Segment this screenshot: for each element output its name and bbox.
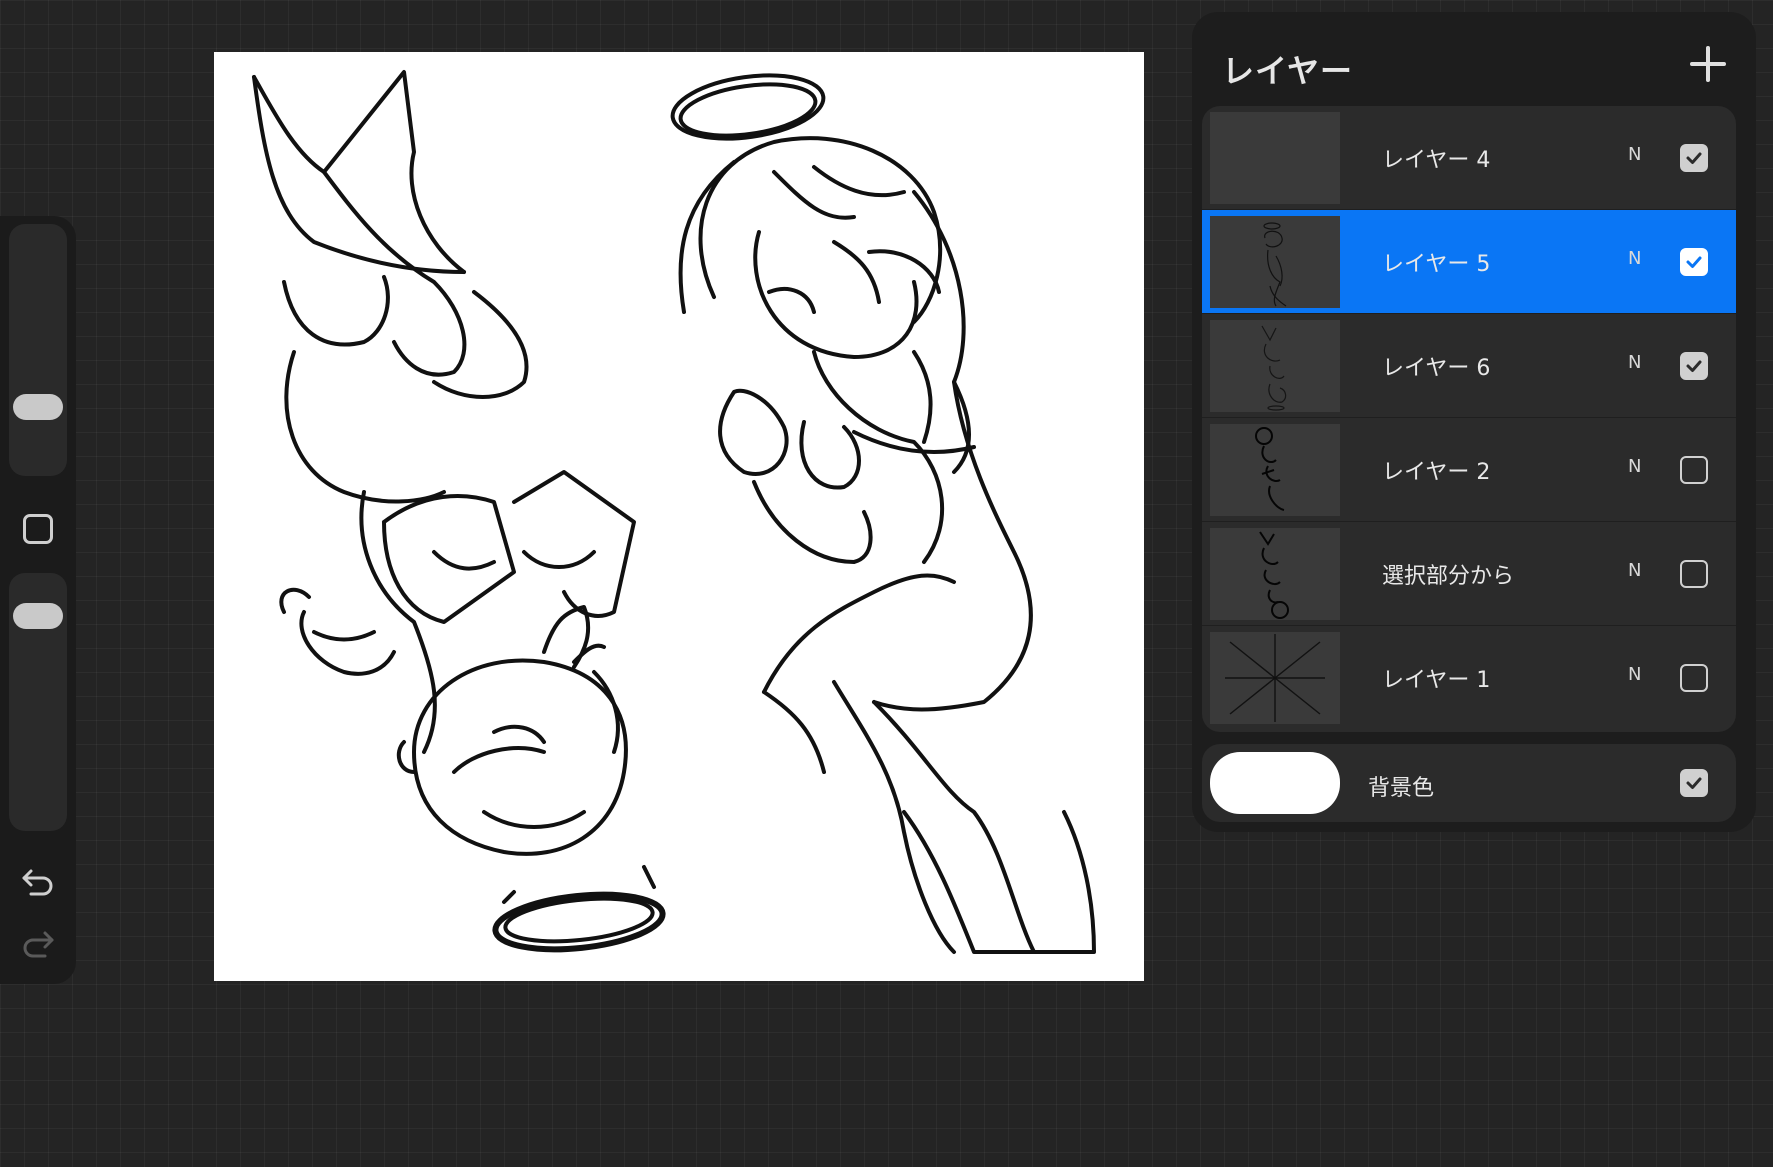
layer-visibility-checkbox[interactable] xyxy=(1680,144,1708,172)
layer-blend-mode-button[interactable]: N xyxy=(1628,144,1641,165)
layer-name: レイヤー 5 xyxy=(1382,252,1491,277)
layer-thumbnail xyxy=(1210,112,1340,204)
layer-thumbnail-sketch xyxy=(1263,222,1287,307)
background-color-label: 背景色 xyxy=(1368,776,1435,801)
plus-icon xyxy=(1690,46,1726,82)
layer-thumbnail-sketch xyxy=(1261,325,1287,411)
layer-name: レイヤー 4 xyxy=(1382,148,1491,173)
layer-blend-mode-button[interactable]: N xyxy=(1628,248,1641,269)
layer-blend-mode-button[interactable]: N xyxy=(1628,352,1641,373)
opacity-slider[interactable] xyxy=(9,573,67,831)
layer-row[interactable]: レイヤー 2 N xyxy=(1202,418,1736,522)
background-color-swatch[interactable] xyxy=(1210,752,1340,814)
layer-thumbnail-sketch xyxy=(1259,531,1289,619)
layer-thumbnail xyxy=(1210,528,1340,620)
checkmark-icon xyxy=(1686,360,1702,372)
opacity-slider-handle[interactable] xyxy=(13,603,63,629)
layer-blend-mode-button[interactable]: N xyxy=(1628,664,1641,685)
background-color-row[interactable]: 背景色 xyxy=(1202,744,1736,822)
redo-icon xyxy=(23,931,54,958)
undo-icon xyxy=(22,869,53,896)
layer-row[interactable]: レイヤー 6 N xyxy=(1202,314,1736,418)
layer-thumbnail xyxy=(1210,632,1340,724)
layer-visibility-checkbox[interactable] xyxy=(1680,664,1708,692)
layer-blend-mode-button[interactable]: N xyxy=(1628,456,1641,477)
layer-row-active[interactable]: レイヤー 5 N xyxy=(1202,210,1736,314)
layer-visibility-checkbox[interactable] xyxy=(1680,456,1708,484)
layer-row[interactable]: 選択部分から N xyxy=(1202,522,1736,626)
layer-name: レイヤー 1 xyxy=(1382,668,1491,693)
layer-name: 選択部分から xyxy=(1382,564,1515,589)
checkmark-icon xyxy=(1686,152,1702,164)
layer-visibility-checkbox[interactable] xyxy=(1680,248,1708,276)
layer-thumbnail xyxy=(1210,320,1340,412)
layer-visibility-checkbox[interactable] xyxy=(1680,560,1708,588)
layer-thumbnail-sketch xyxy=(1255,427,1285,511)
layers-panel-title: レイヤー xyxy=(1222,52,1354,90)
left-sidebar xyxy=(0,216,76,984)
layer-thumbnail xyxy=(1210,216,1340,308)
layer-row[interactable]: レイヤー 4 N xyxy=(1202,106,1736,210)
layer-row[interactable]: レイヤー 1 N xyxy=(1202,626,1736,730)
layer-name: レイヤー 2 xyxy=(1382,460,1491,485)
layers-panel: レイヤー レイヤー 4 N レイヤー 5 N レイヤー 6 N レイヤー 2 N… xyxy=(1192,12,1756,832)
layer-list: レイヤー 4 N レイヤー 5 N レイヤー 6 N レイヤー 2 N 選択部分… xyxy=(1202,106,1736,732)
sketch-artwork xyxy=(252,70,1096,954)
drawing-canvas[interactable] xyxy=(214,52,1144,981)
layer-thumbnail-guides xyxy=(1225,634,1325,722)
layer-blend-mode-button[interactable]: N xyxy=(1628,560,1641,581)
checkmark-icon xyxy=(1686,777,1702,789)
modify-button[interactable] xyxy=(23,514,53,544)
redo-button[interactable] xyxy=(18,926,58,962)
layer-visibility-checkbox[interactable] xyxy=(1680,352,1708,380)
checkmark-icon xyxy=(1686,256,1702,268)
undo-button[interactable] xyxy=(18,864,58,900)
layer-name: レイヤー 6 xyxy=(1382,356,1491,381)
background-visibility-checkbox[interactable] xyxy=(1680,769,1708,797)
layer-thumbnail xyxy=(1210,424,1340,516)
brush-size-slider-handle[interactable] xyxy=(13,394,63,420)
add-layer-button[interactable] xyxy=(1684,40,1732,88)
brush-size-slider[interactable] xyxy=(9,224,67,476)
